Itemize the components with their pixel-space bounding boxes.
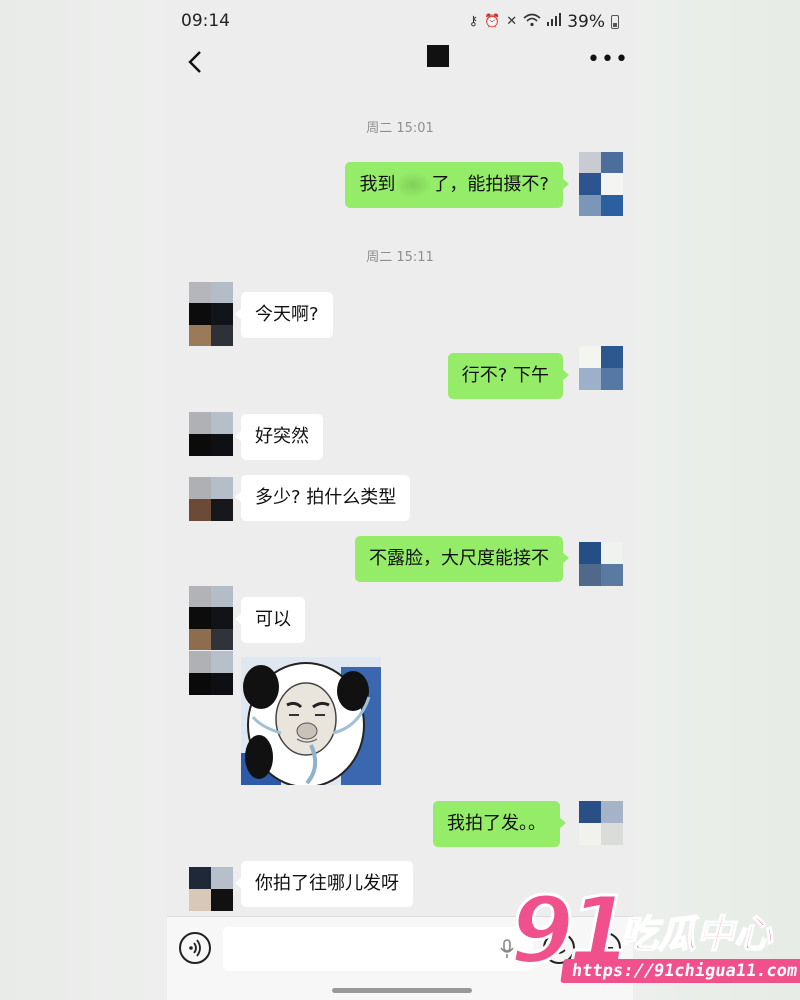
more-icon[interactable]: ••• xyxy=(587,49,628,71)
home-indicator xyxy=(332,988,472,993)
signal-icon xyxy=(547,13,562,31)
alarm-icon: ⏰ xyxy=(484,14,501,29)
chat-title-redacted xyxy=(427,45,449,67)
message-bubble-incoming[interactable]: 好突然 xyxy=(235,414,323,460)
watermark-title: 吃瓜中心 xyxy=(619,911,773,957)
message-text: 今天啊? xyxy=(255,304,319,325)
avatar-contact[interactable] xyxy=(189,867,233,911)
timestamp: 周二 15:01 xyxy=(366,121,434,136)
mute-icon: ✕ xyxy=(506,14,518,29)
key-icon: ⚷ xyxy=(468,14,479,29)
watermark-url: https://91chigua11.com xyxy=(560,959,800,983)
message-bubble-incoming[interactable]: 多少? 拍什么类型 xyxy=(234,475,411,521)
message-text: 不露脸，大尺度能接不 xyxy=(369,548,549,569)
message-bubble-incoming[interactable]: 你拍了往哪儿发呀 xyxy=(235,861,413,907)
message-text: 了，能拍摄不? xyxy=(431,174,549,195)
message-text: 我到 xyxy=(359,174,396,195)
message-bubble-incoming[interactable]: 今天啊? xyxy=(235,292,333,338)
voice-toggle-button[interactable] xyxy=(179,932,211,964)
avatar-self[interactable] xyxy=(579,152,623,216)
battery-percent: 39% xyxy=(567,12,605,32)
battery-icon xyxy=(611,15,619,29)
message-text: 我拍了发。。 xyxy=(447,813,546,834)
wifi-icon xyxy=(523,13,541,32)
message-bubble-outgoing[interactable]: 我到 了，能拍摄不? xyxy=(345,162,569,208)
avatar-self[interactable] xyxy=(579,801,623,845)
avatar-self[interactable] xyxy=(579,542,623,586)
avatar-contact[interactable] xyxy=(189,412,233,456)
status-icons: ⚷ ⏰ ✕ 39% xyxy=(469,12,619,32)
avatar-contact[interactable] xyxy=(189,477,233,521)
sticker-image[interactable] xyxy=(241,657,381,785)
message-text: 好突然 xyxy=(255,426,309,447)
status-bar: 09:14 ⚷ ⏰ ✕ 39% xyxy=(167,0,633,40)
message-bubble-outgoing[interactable]: 不露脸，大尺度能接不 xyxy=(355,536,569,582)
timestamp: 周二 15:11 xyxy=(366,250,434,265)
avatar-self[interactable] xyxy=(579,346,623,390)
watermark-logo: 91 吃瓜中心 https://91chigua11.com xyxy=(506,876,800,995)
status-time: 09:14 xyxy=(181,11,230,31)
message-text: 你拍了往哪儿发呀 xyxy=(255,873,399,894)
message-bubble-outgoing[interactable]: 我拍了发。。 xyxy=(433,801,566,847)
avatar-contact[interactable] xyxy=(189,651,233,695)
avatar-contact[interactable] xyxy=(189,282,233,346)
chat-header: ••• xyxy=(167,40,633,84)
message-bubble-outgoing[interactable]: 行不? 下午 xyxy=(447,353,570,399)
message-text: 可以 xyxy=(255,609,291,630)
avatar-contact[interactable] xyxy=(189,586,233,650)
message-input[interactable] xyxy=(223,927,533,971)
message-text: 行不? 下午 xyxy=(461,365,549,386)
phone-screen: 09:14 ⚷ ⏰ ✕ 39% ••• 周二 15:01 我到 了，能拍摄不? xyxy=(167,0,633,1000)
redacted-text xyxy=(395,173,432,197)
message-bubble-incoming[interactable]: 可以 xyxy=(235,597,305,643)
message-text: 多少? 拍什么类型 xyxy=(255,487,397,508)
back-icon[interactable] xyxy=(183,48,207,76)
